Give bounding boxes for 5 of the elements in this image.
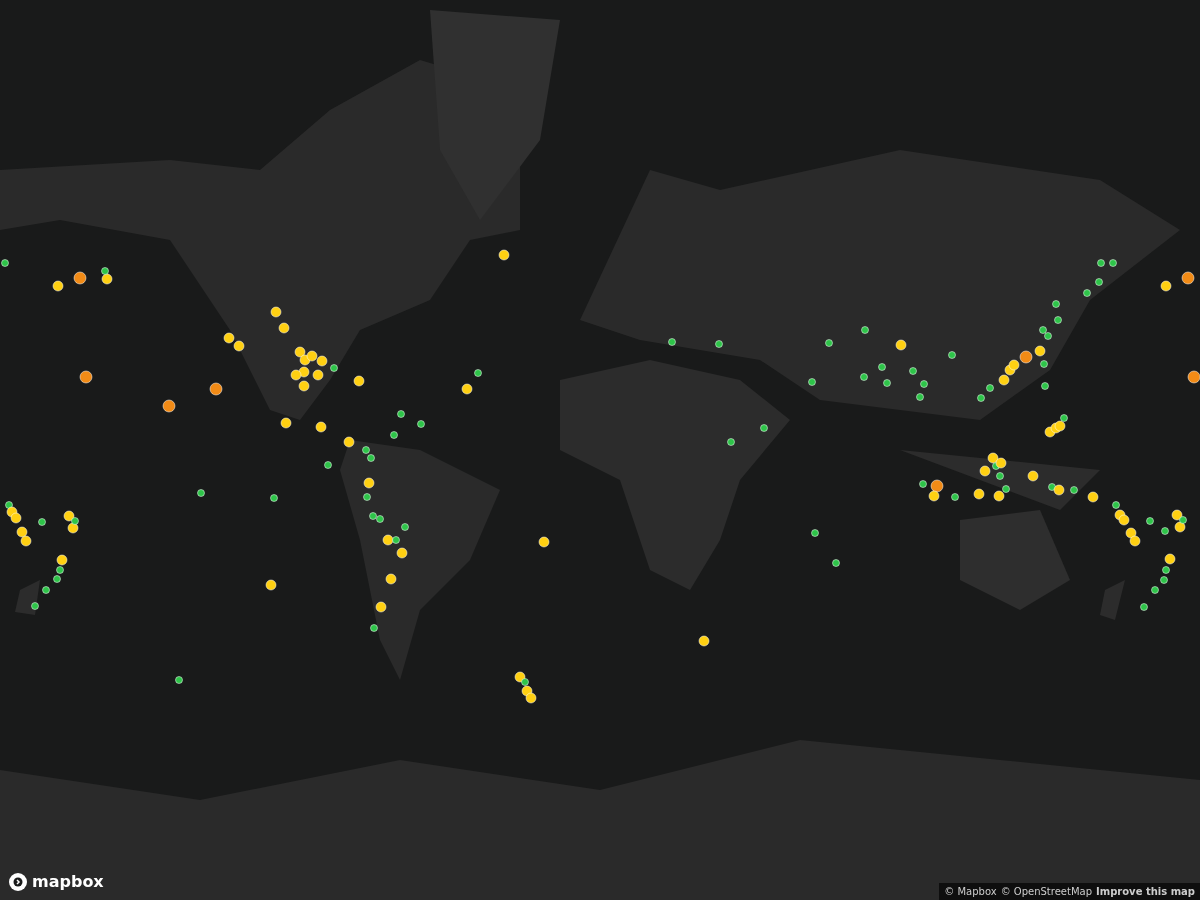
- mapbox-logo[interactable]: mapbox: [32, 874, 104, 890]
- logo-icon: [8, 872, 28, 892]
- attribution-link[interactable]: © OpenStreetMap: [1000, 884, 1092, 899]
- attribution-link[interactable]: © Mapbox: [944, 884, 997, 899]
- improve-map-link[interactable]: Improve this map: [1096, 884, 1195, 899]
